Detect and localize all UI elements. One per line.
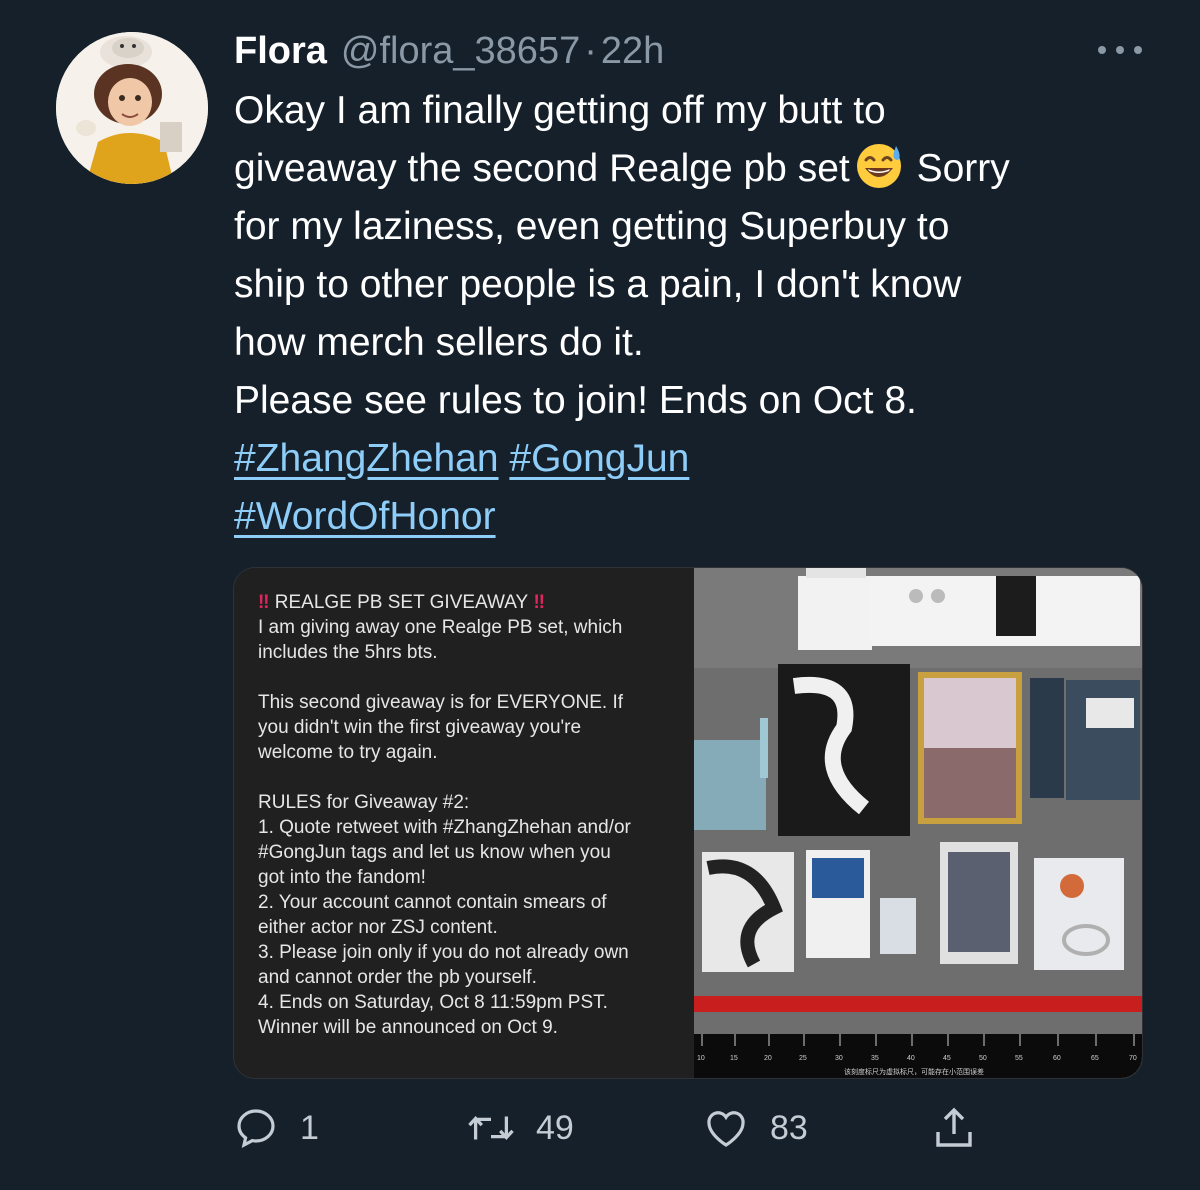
merch-photo-illustration: 10 15 20 25 30 35 40 45 50 55 60 65 70 该… — [694, 568, 1142, 1078]
ruler-number: 30 — [835, 1055, 843, 1062]
rules-line: 1. Quote retweet with #ZhangZhehan and/o… — [258, 817, 631, 838]
separator-dot: · — [584, 29, 597, 72]
ruler-number: 50 — [979, 1055, 987, 1062]
reply-count: 1 — [300, 1108, 319, 1147]
ruler-number: 45 — [943, 1055, 951, 1062]
tweet-text: Okay I am finally getting off my butt to… — [234, 82, 1134, 546]
hashtag-line: #WordOfHonor — [234, 488, 1134, 546]
rules-image[interactable]: ‼ REALGE PB SET GIVEAWAY ‼ I am giving a… — [234, 568, 694, 1078]
heart-icon — [707, 1111, 745, 1147]
tweet-line: ship to other people is a pain, I don't … — [234, 263, 962, 306]
tweet-header: Flora @flora_38657 · 22h — [234, 26, 664, 76]
tweet-line: Okay I am finally getting off my butt to — [234, 89, 886, 132]
rules-title-text: REALGE PB SET GIVEAWAY — [274, 592, 529, 613]
avatar-illustration — [56, 32, 208, 184]
ruler-number: 60 — [1053, 1055, 1061, 1062]
rules-line: got into the fandom! — [258, 867, 426, 888]
double-exclamation-icon: ‼ — [533, 592, 545, 613]
rules-line: welcome to try again. — [258, 742, 438, 763]
share-button[interactable] — [930, 1098, 998, 1158]
hashtag-line: #ZhangZhehan #GongJun — [234, 430, 1134, 488]
ruler-number: 20 — [764, 1055, 772, 1062]
like-count: 83 — [770, 1108, 808, 1147]
rules-line: and cannot order the pb yourself. — [258, 967, 537, 988]
ruler-number: 25 — [799, 1055, 807, 1062]
grinning-sweat-emoji-icon — [856, 144, 901, 188]
more-options-button[interactable] — [1098, 36, 1142, 64]
rules-title: ‼ REALGE PB SET GIVEAWAY ‼ — [258, 590, 670, 615]
rules-line: Winner will be announced on Oct 9. — [258, 1017, 558, 1038]
ruler-number: 15 — [730, 1055, 738, 1062]
rules-line: you didn't win the first giveaway you're — [258, 717, 582, 738]
author-name[interactable]: Flora — [234, 30, 327, 73]
rules-line: RULES for Giveaway #2: — [258, 792, 470, 813]
share-icon — [936, 1107, 972, 1147]
more-icon-dot — [1116, 46, 1124, 54]
retweet-count: 49 — [536, 1108, 574, 1147]
tweet-line-part: Sorry — [916, 147, 1010, 190]
ruler-number: 40 — [907, 1055, 915, 1062]
reply-icon — [237, 1109, 275, 1149]
tweet-line: giveaway the second Realge pb set Sorry — [234, 140, 1134, 198]
tweet-actions: 1 49 83 — [232, 1098, 992, 1158]
tweet-line: how merch sellers do it. — [234, 321, 644, 364]
ruler-number: 70 — [1129, 1055, 1137, 1062]
media-attachment[interactable]: ‼ REALGE PB SET GIVEAWAY ‼ I am giving a… — [233, 567, 1143, 1079]
hashtag-link[interactable]: #GongJun — [509, 437, 689, 480]
ruler-number: 10 — [697, 1055, 705, 1062]
merch-photo[interactable]: 10 15 20 25 30 35 40 45 50 55 60 65 70 该… — [694, 568, 1142, 1078]
hashtag-link[interactable]: #ZhangZhehan — [234, 437, 499, 480]
rules-line: This second giveaway is for EVERYONE. If — [258, 692, 624, 713]
like-button[interactable]: 83 — [702, 1098, 808, 1158]
rules-line: either actor nor ZSJ content. — [258, 917, 498, 938]
reply-button[interactable]: 1 — [232, 1098, 319, 1158]
ruler-number: 35 — [871, 1055, 879, 1062]
rules-line: I am giving away one Realge PB set, whic… — [258, 617, 623, 638]
tweet-line: Please see rules to join! Ends on Oct 8. — [234, 379, 917, 422]
double-exclamation-icon: ‼ — [258, 592, 270, 613]
tweet-line-part: giveaway the second Realge pb set — [234, 147, 850, 190]
ruler-caption: 该刻度标尺为虚拟标尺，可能存在小范围误差 — [844, 1067, 984, 1076]
retweet-icon — [468, 1115, 514, 1141]
hashtag-link[interactable]: #WordOfHonor — [234, 495, 496, 538]
ruler-number: 65 — [1091, 1055, 1099, 1062]
author-handle[interactable]: @flora_38657 — [341, 30, 580, 73]
tweet-line: for my laziness, even getting Superbuy t… — [234, 205, 950, 248]
timestamp[interactable]: 22h — [601, 30, 664, 73]
ruler-number: 55 — [1015, 1055, 1023, 1062]
more-icon-dot — [1098, 46, 1106, 54]
more-icon-dot — [1134, 46, 1142, 54]
retweet-button[interactable]: 49 — [466, 1098, 574, 1158]
rules-line: 3. Please join only if you do not alread… — [258, 942, 629, 963]
rules-line: 2. Your account cannot contain smears of — [258, 892, 607, 913]
rules-line: 4. Ends on Saturday, Oct 8 11:59pm PST. — [258, 992, 608, 1013]
avatar[interactable] — [56, 32, 208, 184]
rules-line: #GongJun tags and let us know when you — [258, 842, 611, 863]
rules-line: includes the 5hrs bts. — [258, 642, 438, 663]
